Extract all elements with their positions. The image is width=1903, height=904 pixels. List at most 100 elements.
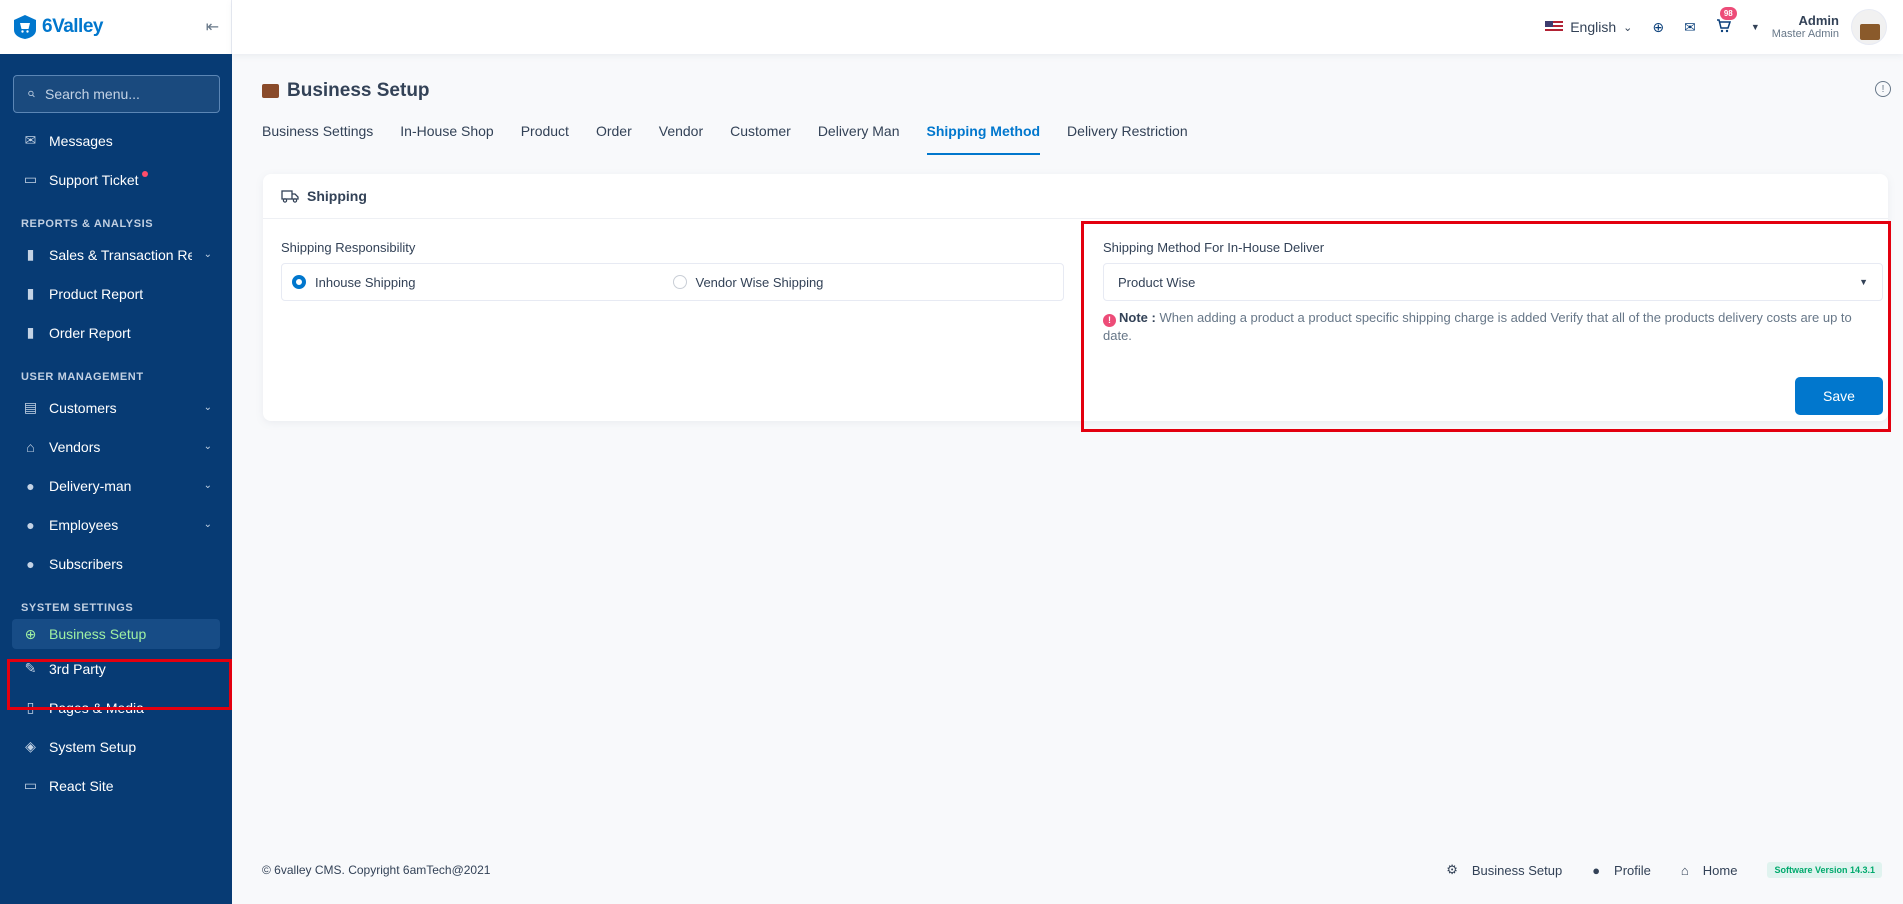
sidebar-item-pages-media[interactable]: ▯ Pages & Media ⌄ (0, 688, 232, 727)
system-icon: ◈ (25, 738, 36, 754)
copyright-text: © 6valley CMS. Copyright 6amTech@2021 (262, 863, 491, 877)
software-version-badge: Software Version 14.3.1 (1767, 862, 1882, 878)
search-icon (28, 90, 35, 98)
sidebar-item-delivery-man[interactable]: ● Delivery-man ⌄ (0, 466, 232, 505)
tab-in-house-shop[interactable]: In-House Shop (400, 120, 493, 155)
sidebar-item-customers[interactable]: ▤ Customers ⌄ (0, 388, 232, 427)
sidebar-item-business-setup[interactable]: ⊕ Business Setup (12, 619, 220, 649)
tab-order[interactable]: Order (596, 120, 632, 155)
shipping-method-select[interactable]: Product Wise ▼ (1103, 263, 1883, 301)
sidebar-item-label: Sales & Transaction Rep (49, 246, 192, 263)
sidebar-item-product-report[interactable]: ▮ Product Report (0, 274, 232, 313)
user-icon: ● (26, 477, 35, 494)
inhouse-shipping-radio[interactable] (292, 275, 306, 289)
card-title: Shipping (307, 188, 367, 204)
sidebar-item-subscribers[interactable]: ● Subscribers (0, 544, 232, 583)
shipping-card: Shipping Shipping Responsibility Inhouse… (263, 174, 1888, 421)
section-user-management: USER MANAGEMENT (21, 371, 144, 383)
chevron-down-icon: ⌄ (203, 441, 212, 452)
footer-link-profile[interactable]: ● Profile (1592, 863, 1651, 878)
tab-product[interactable]: Product (521, 120, 569, 155)
brand-logo[interactable]: 6Valley (12, 14, 103, 40)
tab-nav: Business Settings In-House Shop Product … (262, 120, 1188, 155)
globe-icon[interactable]: ⊕ (1652, 19, 1664, 36)
chevron-down-icon: ⌄ (203, 249, 212, 260)
page-title-text: Business Setup (287, 80, 430, 101)
user-icon: ● (26, 516, 35, 533)
mail-icon[interactable]: ✉ (1684, 19, 1696, 36)
inhouse-shipping-label: Inhouse Shipping (315, 274, 416, 290)
tab-customer[interactable]: Customer (730, 120, 791, 155)
inhouse-shipping-method-group: Shipping Method For In-House Deliver Pro… (1103, 240, 1883, 415)
tab-vendor[interactable]: Vendor (659, 120, 703, 155)
sidebar-item-label: Product Report (49, 285, 144, 302)
info-icon[interactable]: ! (1875, 81, 1891, 97)
sidebar-search[interactable] (13, 75, 220, 113)
user-icon: ● (1592, 862, 1601, 878)
sidebar-item-sales-report[interactable]: ▮ Sales & Transaction Rep ⌄ (0, 235, 232, 274)
main-content: Business Setup ! Business Settings In-Ho… (232, 54, 1903, 904)
chevron-down-icon: ⌄ (203, 402, 212, 413)
sidebar-item-label: Vendors (49, 438, 101, 455)
language-selector[interactable]: English ⌄ (1545, 19, 1632, 35)
sidebar-item-vendors[interactable]: ⌂ Vendors ⌄ (0, 427, 232, 466)
save-button[interactable]: Save (1795, 377, 1883, 415)
sidebar-brand: 6Valley ⇤ (0, 0, 232, 54)
user-icon: ● (26, 555, 35, 572)
sidebar-item-react-site[interactable]: ▭ React Site (0, 766, 232, 805)
avatar[interactable] (1851, 9, 1887, 45)
language-label: English (1570, 19, 1617, 35)
responsibility-radio-group: Inhouse Shipping Vendor Wise Shipping (281, 263, 1064, 301)
tab-shipping-method[interactable]: Shipping Method (926, 120, 1040, 155)
sidebar-item-order-report[interactable]: ▮ Order Report (0, 313, 232, 352)
sidebar-item-system-setup[interactable]: ◈ System Setup (0, 727, 232, 766)
card-header: Shipping (263, 174, 1888, 219)
vendor-shipping-radio[interactable] (672, 275, 687, 289)
chevron-down-icon: ⌄ (203, 702, 212, 713)
footer-link-business-setup[interactable]: ⚙ Business Setup (1446, 862, 1562, 878)
footer-link-label: Profile (1614, 862, 1651, 878)
bar-chart-icon: ▮ (26, 285, 35, 301)
alert-icon: ! (1103, 313, 1116, 327)
footer-links: ⚙ Business Setup ● Profile ⌂ Home Softwa… (1446, 862, 1882, 878)
sidebar-item-support-ticket[interactable]: ▭ Support Ticket (0, 160, 232, 199)
caret-down-icon: ▼ (1859, 277, 1868, 287)
sidebar-item-label: Order Report (49, 324, 131, 341)
responsibility-label: Shipping Responsibility (281, 240, 416, 255)
vendor-shipping-label: Vendor Wise Shipping (695, 274, 824, 290)
sidebar-item-label: Messages (49, 132, 113, 149)
sidebar-item-label: Employees (49, 516, 119, 533)
bar-chart-icon: ▮ (26, 246, 35, 262)
customers-icon: ▤ (23, 399, 38, 415)
note-label: Note : (1119, 310, 1156, 325)
shipping-note: ! Note : When adding a product a product … (1103, 309, 1883, 345)
section-system-settings: SYSTEM SETTINGS (21, 602, 134, 614)
home-icon: ⌂ (1680, 862, 1689, 878)
tab-business-settings[interactable]: Business Settings (262, 120, 373, 155)
sidebar-item-label: Delivery-man (49, 477, 132, 494)
tab-delivery-restriction[interactable]: Delivery Restriction (1067, 120, 1188, 155)
user-menu[interactable]: ▼ Admin Master Admin (1751, 9, 1887, 45)
sidebar-item-messages[interactable]: ✉ Messages (0, 121, 232, 160)
sidebar-item-3rd-party[interactable]: ✎ 3rd Party (0, 649, 232, 688)
inhouse-shipping-option[interactable]: Inhouse Shipping (292, 275, 673, 290)
tab-delivery-man[interactable]: Delivery Man (818, 120, 900, 155)
search-menu-input[interactable] (45, 86, 205, 102)
vendor-shipping-option[interactable]: Vendor Wise Shipping (672, 274, 1054, 290)
sidebar-item-label: System Setup (49, 738, 137, 755)
sidebar-item-label: Pages & Media (49, 699, 144, 716)
truck-icon (281, 190, 299, 203)
shop-logo-icon (14, 15, 36, 39)
collapse-sidebar-icon[interactable]: ⇤ (206, 17, 219, 37)
gear-icon: ⚙ (1446, 862, 1458, 877)
chevron-down-icon: ⌄ (203, 480, 212, 491)
footer: © 6valley CMS. Copyright 6amTech@2021 ⚙ … (262, 862, 1882, 878)
cart-icon[interactable]: 98 (1716, 6, 1737, 36)
top-header: English ⌄ ⊕ ✉ 98 ▼ Admin Master Admin (232, 0, 1903, 54)
brand-name: 6Valley (42, 16, 103, 37)
footer-link-home[interactable]: ⌂ Home (1681, 863, 1738, 878)
monitor-icon: ▭ (23, 777, 38, 793)
messages-icon: ✉ (24, 132, 37, 148)
sidebar-item-employees[interactable]: ● Employees ⌄ (0, 505, 232, 544)
user-name: Admin (1798, 12, 1839, 28)
